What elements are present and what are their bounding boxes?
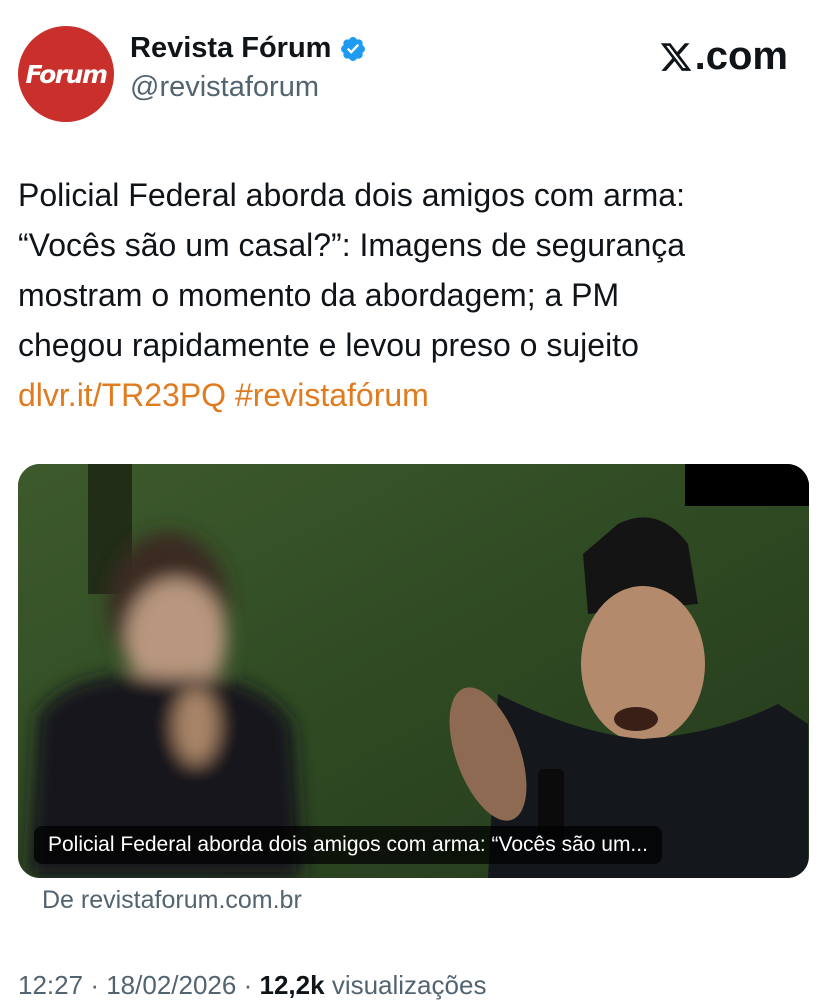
tweet-line: mostram o momento da abordagem; a PM (18, 277, 620, 313)
tweet-line: Policial Federal aborda dois amigos com … (18, 177, 685, 213)
avatar-logo-text: Forum (25, 59, 109, 89)
media-card[interactable]: Policial Federal aborda dois amigos com … (18, 464, 809, 878)
meta-separator: · (90, 970, 99, 1000)
display-name-row: Revista Fórum (130, 32, 367, 65)
media-redaction-box (685, 464, 809, 506)
verified-badge-icon (341, 36, 366, 61)
hashtag-link[interactable]: #revistafórum (235, 377, 429, 413)
tweet-line: chegou rapidamente e levou preso o sujei… (18, 327, 639, 363)
x-com-watermark: .com (659, 34, 788, 79)
video-thumbnail (18, 464, 809, 878)
short-link[interactable]: dlvr.it/TR23PQ (18, 377, 226, 413)
meta-separator: · (243, 970, 253, 1000)
avatar[interactable]: Forum (18, 26, 114, 122)
brand-domain: .com (694, 34, 788, 78)
views-label: visualizações (331, 970, 487, 1000)
tweet-header: Forum Revista Fórum @revistaforum .com (18, 26, 810, 122)
media-caption: Policial Federal aborda dois amigos com … (34, 826, 662, 864)
tweet-line: “Vocês são um casal?”: Imagens de segura… (18, 227, 686, 263)
tweet-body: Policial Federal aborda dois amigos com … (18, 170, 808, 420)
tweet-meta: 12:27 · 18/02/2026 · 12,2k visualizações (18, 970, 486, 1001)
link-source[interactable]: De revistaforum.com.br (42, 886, 302, 915)
tweet-time[interactable]: 12:27 (18, 970, 83, 1000)
display-name[interactable]: Revista Fórum (130, 32, 331, 65)
author-names: Revista Fórum @revistaforum (130, 32, 367, 104)
x-logo-icon (660, 42, 691, 71)
tweet-date[interactable]: 18/02/2026 (106, 970, 236, 1000)
tweet-links-line: dlvr.it/TR23PQ #revistafórum (18, 370, 808, 420)
views-count: 12,2k (259, 970, 325, 1000)
handle[interactable]: @revistaforum (130, 71, 367, 104)
